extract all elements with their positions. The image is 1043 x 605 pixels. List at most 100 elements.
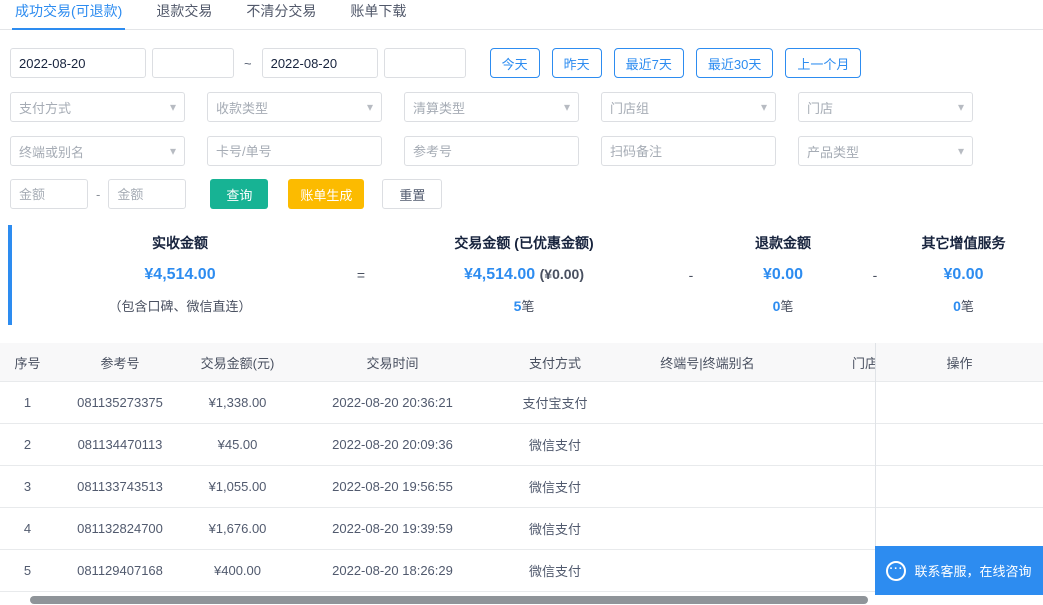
tab-unsettled[interactable]: 不清分交易 — [243, 0, 319, 30]
amount-max-input[interactable] — [108, 179, 186, 209]
table-cell: ¥400.00 — [185, 550, 290, 592]
summary-amount: ¥4,514.00 (¥0.00) — [374, 266, 674, 284]
table-cell: 1 — [0, 382, 55, 424]
quick-range-button[interactable]: 上一个月 — [785, 48, 861, 78]
column-header: 门店 — [800, 343, 875, 382]
table-cell — [615, 424, 800, 466]
start-time-input[interactable] — [152, 48, 234, 78]
amount-min-input[interactable] — [10, 179, 88, 209]
store-group-select[interactable]: 门店组 — [601, 92, 776, 122]
column-header: 交易金额(元) — [185, 343, 290, 382]
table-row: 3081133743513¥1,055.002022-08-20 19:56:5… — [0, 466, 875, 508]
table-cell: 081132824700 — [55, 508, 185, 550]
summary-amount: ¥0.00 — [892, 266, 1035, 284]
chevron-down-icon — [761, 101, 767, 113]
table-cell — [615, 382, 800, 424]
product-type-select[interactable]: 产品类型 — [798, 136, 973, 166]
payment-method-placeholder: 支付方式 — [19, 98, 71, 117]
column-header: 交易时间 — [290, 343, 495, 382]
table-cell — [615, 508, 800, 550]
summary-amount: ¥0.00 — [708, 266, 858, 284]
table-cell: 2022-08-20 18:26:29 — [290, 550, 495, 592]
receipt-type-select[interactable]: 收款类型 — [207, 92, 382, 122]
table-cell: ¥1,338.00 — [185, 382, 290, 424]
scan-code-remark-input[interactable] — [601, 136, 776, 166]
chevron-down-icon — [170, 101, 176, 113]
terminal-or-alias-select[interactable]: 终端或别名 — [10, 136, 185, 166]
summary-received: 实收金额 ¥4,514.00 （包含口碑、微信直连） — [12, 233, 348, 315]
reference-no-input[interactable] — [404, 136, 579, 166]
chevron-down-icon — [958, 101, 964, 113]
chevron-down-icon — [564, 101, 570, 113]
table-cell — [800, 382, 875, 424]
count-unit: 笔 — [961, 299, 974, 314]
search-button[interactable]: 查询 — [210, 179, 268, 209]
action-cell — [876, 466, 1043, 508]
table-scroll-viewport[interactable]: 序号参考号交易金额(元)交易时间支付方式终端号|终端别名门店 108113527… — [0, 343, 875, 592]
tab-success-refundable[interactable]: 成功交易(可退款) — [12, 0, 125, 30]
summary-title: 退款金额 — [708, 233, 858, 253]
action-cell — [876, 424, 1043, 466]
payment-method-select[interactable]: 支付方式 — [10, 92, 185, 122]
store-select[interactable]: 门店 — [798, 92, 973, 122]
transactions-page: 成功交易(可退款) 退款交易不清分交易账单下载 ~ 今天昨天最近7天最近30天上一… — [0, 0, 1043, 605]
clearing-type-placeholder: 清算类型 — [413, 98, 465, 117]
table-cell: 2022-08-20 19:56:55 — [290, 466, 495, 508]
summary-operator-minus: - — [674, 233, 708, 315]
table-row: 1081135273375¥1,338.002022-08-20 20:36:2… — [0, 382, 875, 424]
action-cell — [876, 382, 1043, 424]
filter-row-fields: 终端或别名 产品类型 — [10, 136, 1033, 166]
date-range-separator: ~ — [244, 56, 252, 71]
table-cell: ¥1,055.00 — [185, 466, 290, 508]
reset-button[interactable]: 重置 — [382, 179, 442, 209]
contact-support-button[interactable]: 联系客服，在线咨询 — [875, 546, 1043, 595]
summary-title: 其它增值服务 — [892, 233, 1035, 253]
table-row: 4081132824700¥1,676.002022-08-20 19:39:5… — [0, 508, 875, 550]
generate-bill-button[interactable]: 账单生成 — [288, 179, 364, 209]
filter-row-selects: 支付方式 收款类型 清算类型 门店组 门店 — [10, 92, 1033, 122]
table-cell — [800, 508, 875, 550]
table-cell: ¥1,676.00 — [185, 508, 290, 550]
support-label: 联系客服，在线咨询 — [914, 561, 1031, 580]
start-date-input[interactable] — [10, 48, 146, 78]
action-cell — [876, 508, 1043, 550]
summary-count: 5笔 — [374, 296, 674, 315]
date-filter-row: ~ 今天昨天最近7天最近30天上一个月 — [10, 48, 1033, 78]
quick-range-buttons: 今天昨天最近7天最近30天上一个月 — [490, 48, 862, 78]
end-time-input[interactable] — [384, 48, 466, 78]
table-row: 5081129407168¥400.002022-08-20 18:26:29微… — [0, 550, 875, 592]
table-cell — [800, 550, 875, 592]
quick-range-button[interactable]: 最近7天 — [614, 48, 684, 78]
table-cell: 2022-08-20 20:09:36 — [290, 424, 495, 466]
clearing-type-select[interactable]: 清算类型 — [404, 92, 579, 122]
chevron-down-icon — [170, 145, 176, 157]
fixed-column-header: 操作 — [876, 343, 1043, 382]
quick-range-button[interactable]: 最近30天 — [696, 48, 773, 78]
chevron-down-icon — [958, 145, 964, 157]
column-header: 终端号|终端别名 — [615, 343, 800, 382]
store-placeholder: 门店 — [807, 98, 833, 117]
count-unit: 笔 — [521, 299, 534, 314]
table-row: 2081134470113¥45.002022-08-20 20:09:36微信… — [0, 424, 875, 466]
table-header-row: 序号参考号交易金额(元)交易时间支付方式终端号|终端别名门店 — [0, 343, 875, 382]
quick-range-button[interactable]: 昨天 — [552, 48, 602, 78]
table-cell: 微信支付 — [495, 466, 615, 508]
filter-panel: ~ 今天昨天最近7天最近30天上一个月 支付方式 收款类型 清算类型 门店组 门店 终端… — [0, 48, 1043, 209]
summary-count: 0笔 — [708, 296, 858, 315]
terminal-or-alias-placeholder: 终端或别名 — [19, 142, 84, 161]
table-cell — [615, 466, 800, 508]
value-added-count: 0 — [953, 298, 961, 314]
summary-panel: 实收金额 ¥4,514.00 （包含口碑、微信直连） = 交易金额 (已优惠金额… — [8, 225, 1043, 325]
end-date-input[interactable] — [262, 48, 378, 78]
card-or-order-no-input[interactable] — [207, 136, 382, 166]
quick-range-button[interactable]: 今天 — [490, 48, 540, 78]
tab-bill-download[interactable]: 账单下载 — [347, 0, 409, 30]
horizontal-scrollbar[interactable] — [30, 596, 868, 604]
tab-refund[interactable]: 退款交易 — [153, 0, 215, 30]
tab-bar: 成功交易(可退款) 退款交易不清分交易账单下载 — [0, 0, 1043, 30]
summary-value-added: 其它增值服务 ¥0.00 0笔 — [892, 233, 1035, 315]
column-header: 参考号 — [55, 343, 185, 382]
table-cell: 微信支付 — [495, 508, 615, 550]
table-cell: 4 — [0, 508, 55, 550]
receipt-type-placeholder: 收款类型 — [216, 98, 268, 117]
